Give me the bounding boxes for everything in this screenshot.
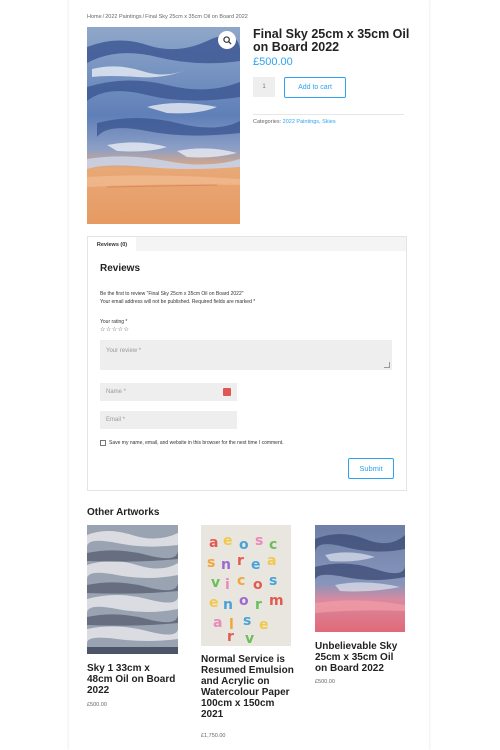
email-field[interactable]: Email *	[100, 411, 237, 429]
svg-text:a: a	[213, 615, 222, 631]
autofill-icon[interactable]	[223, 388, 231, 396]
svg-text:e: e	[223, 533, 233, 549]
svg-text:e: e	[251, 557, 261, 573]
svg-text:e: e	[209, 595, 219, 611]
other-artworks-heading: Other Artworks	[87, 507, 160, 518]
reviews-panel: Reviews (0) Reviews Be the first to revi…	[87, 236, 407, 491]
product-categories: Categories: 2022 Paintings, Skies	[253, 119, 336, 125]
submit-button[interactable]: Submit	[348, 458, 394, 479]
review-placeholder: Your review *	[106, 348, 142, 354]
svg-text:n: n	[221, 557, 231, 573]
artwork-title-sky-1[interactable]: Sky 1 33cm x 48cm Oil on Board 2022	[87, 663, 177, 696]
svg-text:r: r	[237, 553, 244, 569]
star-rating-input[interactable]: ☆☆☆☆☆	[100, 326, 129, 333]
artwork-price-sky-1: £500.00	[87, 702, 107, 708]
email-placeholder: Email *	[106, 417, 126, 423]
name-field[interactable]: Name *	[100, 383, 237, 401]
artwork-image-unbelievable-sky[interactable]	[315, 525, 405, 632]
svg-text:o: o	[239, 537, 249, 553]
svg-text:o: o	[239, 593, 249, 609]
svg-text:i: i	[225, 577, 230, 593]
artwork-image-sky-1[interactable]	[87, 525, 178, 654]
svg-text:v: v	[245, 631, 254, 646]
comment-notes: Your email address will not be published…	[100, 299, 256, 305]
category-link-2022-paintings[interactable]: 2022 Paintings	[283, 119, 319, 125]
svg-text:a: a	[209, 535, 218, 551]
rating-label: Your rating *	[100, 319, 128, 325]
tab-reviews[interactable]: Reviews (0)	[88, 237, 136, 252]
review-textarea[interactable]: Your review *	[100, 340, 392, 370]
add-to-cart-button[interactable]: Add to cart	[284, 77, 346, 98]
svg-text:c: c	[237, 573, 245, 589]
svg-text:r: r	[255, 597, 262, 613]
artwork-title-unbelievable-sky[interactable]: Unbelievable Sky 25cm x 35cm Oil on Boar…	[315, 641, 407, 674]
svg-text:s: s	[207, 555, 215, 571]
svg-text:r: r	[227, 629, 234, 645]
category-link-skies[interactable]: Skies	[322, 119, 335, 125]
product-title: Final Sky 25cm x 35cm Oil on Board 2022	[253, 27, 410, 54]
categories-label: Categories:	[253, 119, 282, 125]
breadcrumb-home[interactable]: Home	[87, 14, 102, 20]
reviews-heading: Reviews	[100, 263, 141, 274]
product-price: £500.00	[253, 56, 293, 68]
save-info-label: Save my name, email, and website in this…	[109, 440, 284, 446]
be-first-text: Be the first to review “Final Sky 25cm x…	[100, 291, 244, 297]
artwork-title-normal-service[interactable]: Normal Service is Resumed Emulsion and A…	[201, 654, 296, 720]
svg-text:n: n	[223, 597, 233, 613]
svg-text:s: s	[269, 573, 277, 589]
artwork-price-normal-service: £1,750.00	[201, 733, 226, 739]
svg-text:s: s	[255, 533, 263, 549]
artwork-image-normal-service[interactable]: aeosc snrea vicos enorm alse rv	[201, 525, 291, 647]
svg-text:s: s	[243, 613, 251, 629]
resize-handle[interactable]	[384, 362, 390, 368]
save-info-row: Save my name, email, and website in this…	[100, 440, 284, 446]
svg-text:e: e	[259, 617, 269, 633]
save-info-checkbox[interactable]	[100, 440, 106, 446]
name-placeholder: Name *	[106, 389, 127, 395]
svg-text:a: a	[267, 553, 276, 569]
breadcrumb: Home/2022 Paintings/Final Sky 25cm x 35c…	[87, 14, 248, 20]
svg-text:c: c	[269, 537, 277, 553]
zoom-button[interactable]	[218, 31, 236, 49]
divider	[253, 114, 404, 115]
svg-text:v: v	[211, 575, 220, 591]
quantity-input[interactable]: 1	[253, 77, 275, 97]
magnifier-icon	[222, 35, 232, 45]
svg-text:m: m	[269, 593, 284, 609]
breadcrumb-current: Final Sky 25cm x 35cm Oil on Board 2022	[145, 14, 248, 20]
product-image[interactable]	[87, 27, 240, 224]
breadcrumb-category[interactable]: 2022 Paintings	[105, 14, 141, 20]
svg-text:o: o	[253, 577, 263, 593]
breadcrumb-separator: /	[142, 14, 145, 20]
breadcrumb-separator: /	[102, 14, 105, 20]
artwork-price-unbelievable-sky: £500.00	[315, 679, 335, 685]
